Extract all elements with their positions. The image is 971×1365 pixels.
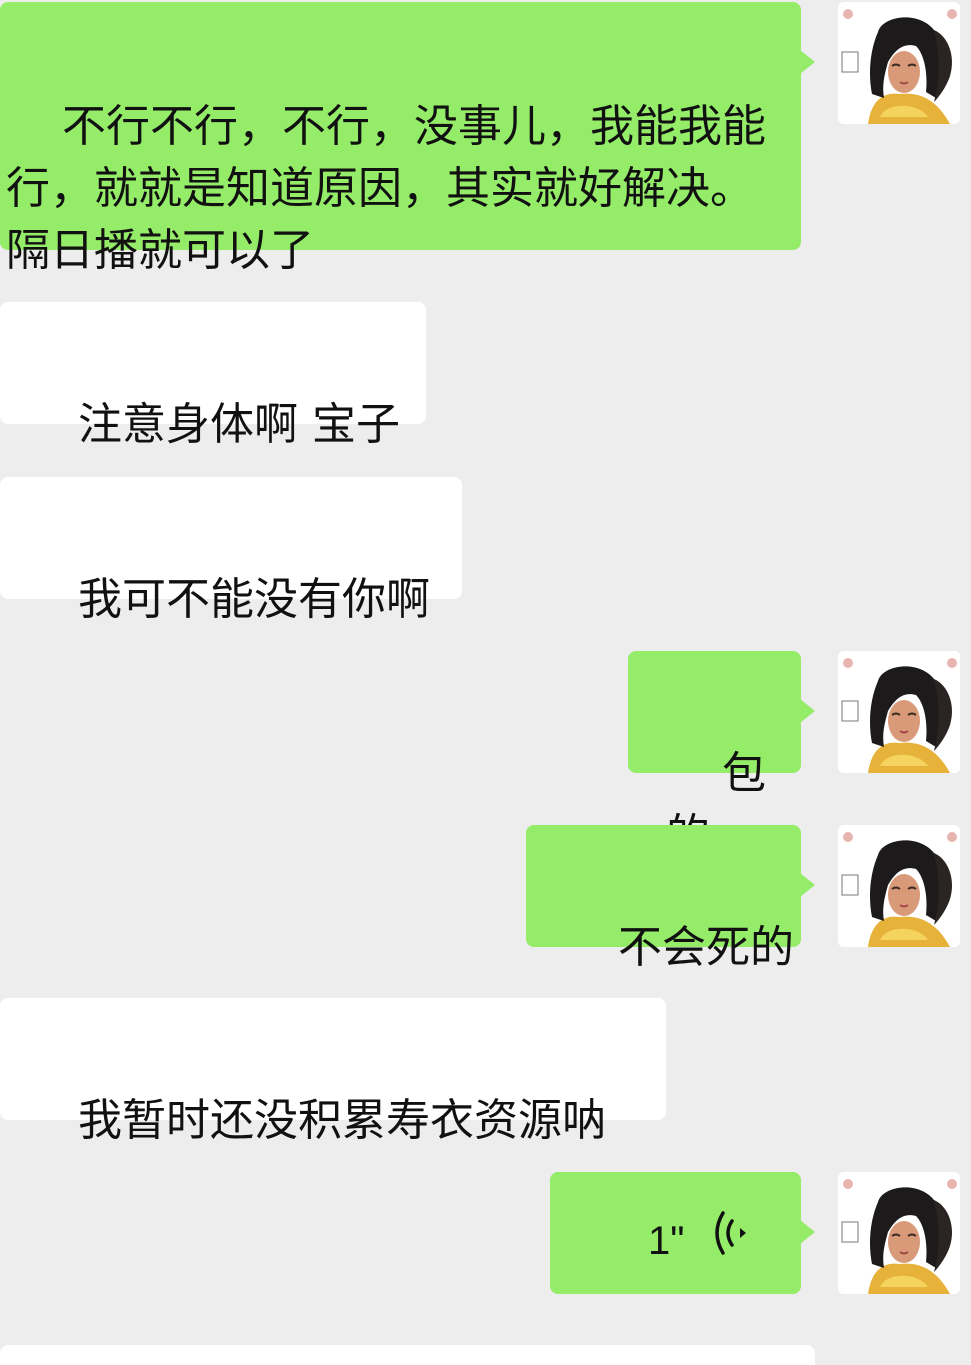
- message-bubble-outgoing[interactable]: 不会死的: [526, 825, 815, 973]
- message-bubble-outgoing[interactable]: 不行不行，不行，没事儿，我能我能行，就就是知道原因，其实就好解决。隔日播就可以了: [0, 2, 815, 276]
- message-bubble-incoming[interactable]: 注意身体啊 宝子: [0, 302, 426, 450]
- avatar-portrait-icon: [838, 2, 960, 124]
- chat-message-list[interactable]: 不行不行，不行，没事儿，我能我能行，就就是知道原因，其实就好解决。隔日播就可以了…: [0, 0, 971, 1365]
- avatar-portrait-icon: [838, 651, 960, 773]
- user-avatar[interactable]: [838, 825, 960, 947]
- message-text: 不会死的: [617, 922, 794, 973]
- message-text: 注意身体啊 宝子: [77, 399, 400, 450]
- user-avatar[interactable]: [838, 2, 960, 124]
- message-bubble-outgoing[interactable]: 包的: [628, 651, 815, 861]
- message-text: 不行不行，不行，没事儿，我能我能行，就就是知道原因，其实就好解决。隔日播就可以了: [6, 101, 766, 276]
- message-text: 我可不能没有你啊: [77, 574, 430, 625]
- voice-message-bubble[interactable]: 1": [550, 1172, 815, 1294]
- message-bubble-incoming[interactable]: 我暂时还没积累寿衣资源呐: [0, 998, 666, 1146]
- message-text: 我暂时还没积累寿衣资源呐: [77, 1095, 606, 1146]
- message-bubble-incoming[interactable]: 我可不能没有你啊: [0, 477, 462, 625]
- voice-wave-icon: [715, 1211, 746, 1255]
- message-bubble-incoming-partial[interactable]: [0, 1345, 815, 1365]
- voice-duration: 1": [648, 1219, 685, 1263]
- avatar-portrait-icon: [838, 1172, 960, 1294]
- user-avatar[interactable]: [838, 1172, 960, 1294]
- user-avatar[interactable]: [838, 651, 960, 773]
- avatar-portrait-icon: [838, 825, 960, 947]
